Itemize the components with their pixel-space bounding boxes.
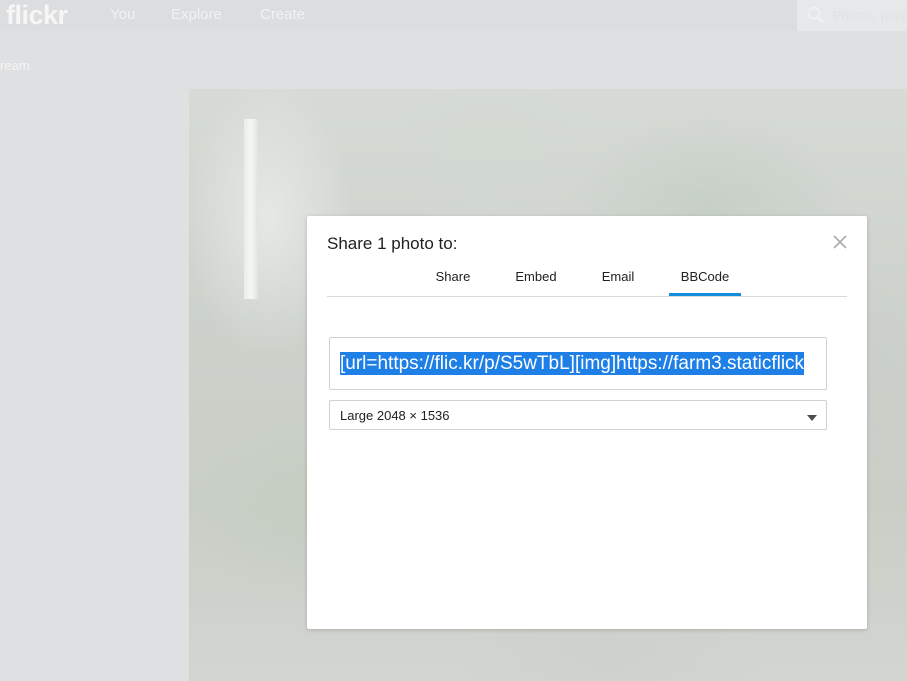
tab-bbcode[interactable]: BBCode [669, 269, 741, 296]
tab-embed[interactable]: Embed [513, 269, 559, 296]
search-icon [807, 6, 825, 24]
bbcode-text: [url=https://flic.kr/p/S5wTbL][img]https… [340, 352, 805, 375]
search-input[interactable]: Photos, people [797, 0, 907, 31]
tab-share[interactable]: Share [435, 269, 471, 296]
chevron-down-icon [807, 415, 817, 421]
top-nav: flickr You Explore Create Photos, people [0, 0, 907, 31]
nav-create[interactable]: Create [260, 6, 305, 23]
nav-you[interactable]: You [110, 6, 135, 23]
tab-email[interactable]: Email [599, 269, 637, 296]
modal-title: Share 1 photo to: [327, 234, 458, 253]
tree-trunk [244, 119, 258, 299]
flickr-logo[interactable]: flickr [6, 0, 68, 31]
search-placeholder: Photos, people [833, 8, 907, 23]
nav-explore[interactable]: Explore [171, 6, 222, 23]
size-select[interactable]: Large 2048 × 1536 [329, 400, 827, 430]
size-select-value: Large 2048 × 1536 [340, 408, 450, 423]
share-modal: Share 1 photo to: Share Embed Email BBCo… [307, 216, 867, 629]
bbcode-field[interactable]: [url=https://flic.kr/p/S5wTbL][img]https… [329, 337, 827, 390]
photostream-link[interactable]: ream [0, 58, 30, 73]
share-tabs: Share Embed Email BBCode [327, 269, 847, 297]
close-icon[interactable] [831, 233, 849, 251]
